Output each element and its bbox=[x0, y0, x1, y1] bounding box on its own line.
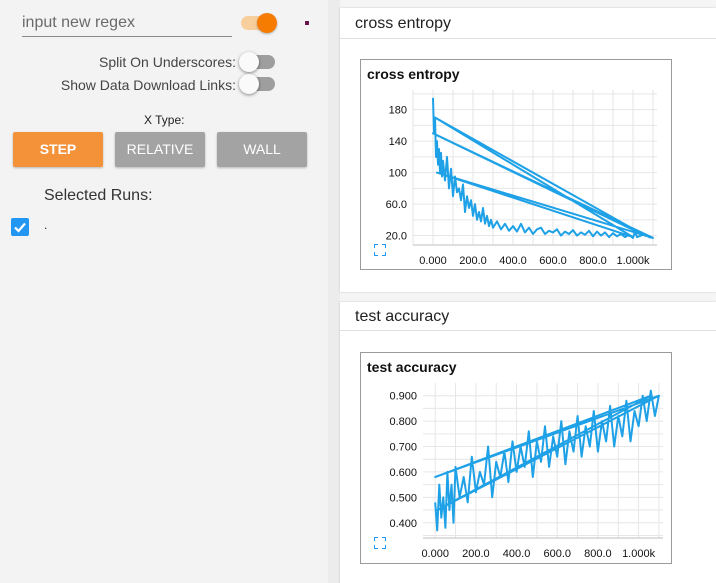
series-line bbox=[432, 97, 654, 239]
run-checkbox[interactable] bbox=[11, 218, 29, 236]
chart-cross-entropy-svg: 20.0 60.0 100 140 180 0.000 200.0 400.0 600.0 800… bbox=[386, 90, 657, 267]
x-tick-label: 1.000k bbox=[616, 255, 650, 267]
panel-divider bbox=[328, 0, 340, 583]
y-tick-label: 100 bbox=[389, 168, 407, 180]
expand-icon[interactable] bbox=[374, 244, 386, 256]
y-tick-label: 0.600 bbox=[389, 467, 417, 479]
y-tick-label: 0.700 bbox=[389, 442, 417, 454]
x-tick-label: 600.0 bbox=[539, 255, 567, 267]
expand-icon[interactable] bbox=[374, 537, 386, 549]
y-tick-label: 20.0 bbox=[386, 231, 407, 243]
y-tick-label: 0.800 bbox=[389, 416, 417, 428]
card-divider bbox=[340, 38, 716, 39]
x-tick-label: 200.0 bbox=[459, 255, 487, 267]
x-tick-label: 0.000 bbox=[419, 255, 447, 267]
split-underscores-label: Split On Underscores: bbox=[99, 54, 236, 70]
x-tick-label: 800.0 bbox=[579, 255, 607, 267]
run-name: . bbox=[44, 218, 48, 232]
y-tick-label: 0.400 bbox=[389, 518, 417, 530]
xtype-step-button[interactable]: STEP bbox=[13, 132, 103, 167]
x-tick-label: 200.0 bbox=[462, 548, 490, 560]
x-tick-label: 800.0 bbox=[584, 548, 612, 560]
y-tick-label: 0.900 bbox=[389, 391, 417, 403]
chart-test-accuracy: test accuracy 0.400 0.500 0.600 0.700 0.800 0… bbox=[360, 352, 672, 564]
card-cross-entropy: cross entropy cross entropy 20.0 60.0 100 1… bbox=[340, 8, 716, 292]
card-test-accuracy: test accuracy test accuracy 0.400 0.500 0.… bbox=[340, 302, 716, 583]
series-line bbox=[434, 389, 660, 532]
selected-runs-heading: Selected Runs: bbox=[44, 187, 153, 204]
x-tick-label: 600.0 bbox=[543, 548, 571, 560]
card-title: cross entropy bbox=[355, 15, 452, 32]
xtype-relative-button[interactable]: RELATIVE bbox=[115, 132, 205, 167]
chart-cross-entropy: cross entropy 20.0 60.0 100 140 180 0.000 200.… bbox=[360, 59, 672, 270]
xtype-label: X Type: bbox=[144, 113, 185, 127]
card-title: test accuracy bbox=[355, 308, 450, 325]
sidebar: input new regex Split On Underscores: Sh… bbox=[0, 0, 328, 583]
y-tick-label: 0.500 bbox=[389, 492, 417, 504]
split-underscores-toggle[interactable] bbox=[237, 51, 279, 73]
show-download-links-label: Show Data Download Links: bbox=[60, 77, 236, 93]
regex-toggle[interactable] bbox=[240, 12, 280, 34]
x-tick-label: 400.0 bbox=[503, 548, 531, 560]
regex-input[interactable]: input new regex bbox=[22, 10, 232, 37]
main-panel: cross entropy cross entropy 20.0 60.0 100 1… bbox=[340, 0, 716, 583]
x-tick-label: 0.000 bbox=[421, 548, 449, 560]
color-swatch bbox=[305, 21, 309, 25]
x-tick-label: 400.0 bbox=[499, 255, 527, 267]
y-tick-label: 180 bbox=[389, 105, 407, 117]
show-download-links-toggle[interactable] bbox=[237, 73, 279, 95]
check-icon bbox=[14, 222, 26, 233]
chart-test-accuracy-svg: 0.400 0.500 0.600 0.700 0.800 0.900 0.000 200.0… bbox=[389, 383, 663, 560]
y-tick-label: 60.0 bbox=[386, 199, 407, 211]
y-tick-label: 140 bbox=[389, 136, 407, 148]
card-divider bbox=[340, 330, 716, 331]
x-tick-label: 1.000k bbox=[622, 548, 656, 560]
xtype-wall-button[interactable]: WALL bbox=[217, 132, 307, 167]
